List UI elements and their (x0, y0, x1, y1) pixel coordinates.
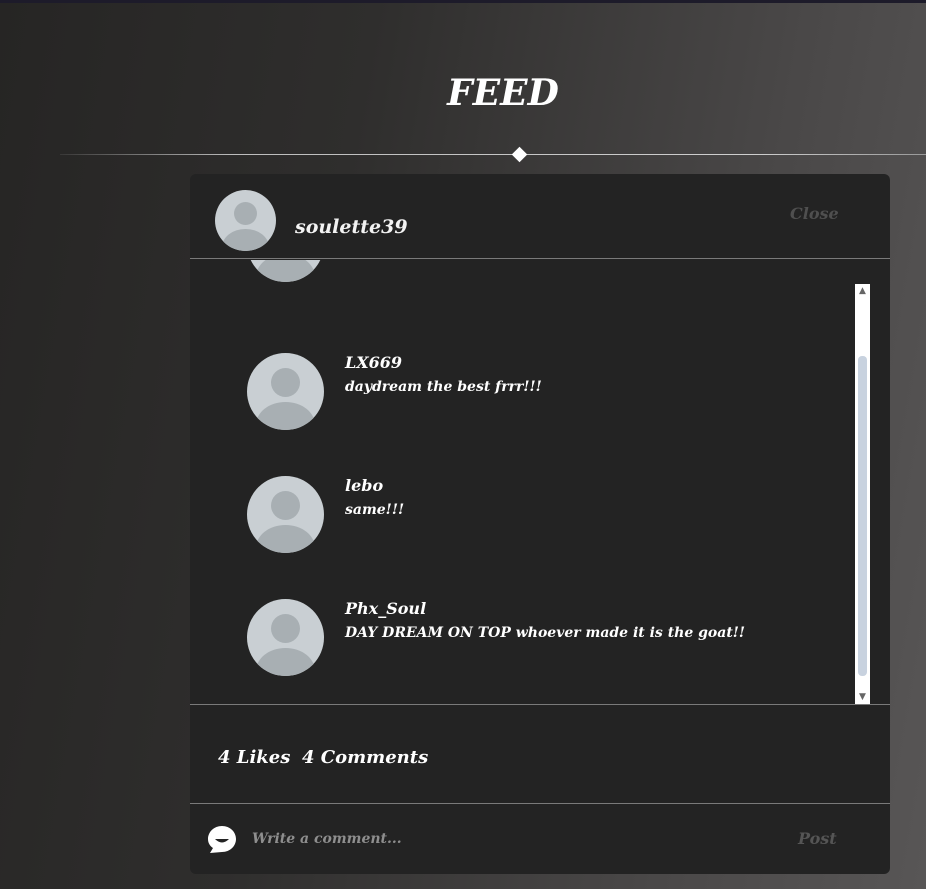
avatar-head-shape (270, 490, 301, 520)
avatar-head-shape (270, 367, 301, 397)
comment-username[interactable]: lebo (345, 476, 383, 495)
avatar-body-shape (256, 525, 315, 553)
smile-speech-bubble-icon (208, 826, 236, 853)
post-author-name[interactable]: soulette39 (295, 216, 408, 238)
post-modal: soulette39 Close LX669 daydream the best… (190, 174, 890, 874)
avatar-head-shape (270, 613, 301, 643)
chevron-up-icon[interactable]: ▲ (855, 284, 870, 298)
title-divider (60, 154, 926, 155)
comment-username[interactable]: LX669 (345, 353, 402, 372)
avatar-body-shape (222, 229, 269, 251)
comment-avatar[interactable] (247, 599, 324, 676)
comments-count[interactable]: 4 Comments (302, 747, 428, 768)
avatar-body-shape (256, 648, 315, 676)
window-top-strip (0, 0, 926, 3)
comment-form: Post (190, 805, 890, 874)
comment-item: LX669 daydream the best frrr!!! (247, 353, 847, 433)
avatar-body-shape (256, 402, 315, 430)
comment-text: daydream the best frrr!!! (345, 379, 542, 395)
close-button[interactable]: Close (790, 204, 839, 223)
post-stats-bar: 4 Likes 4 Comments (190, 704, 890, 804)
comment-item: lebo same!!! (247, 476, 847, 556)
avatar-body-shape (256, 260, 315, 282)
page-title: FEED (447, 72, 559, 114)
likes-count[interactable]: 4 Likes (218, 747, 290, 768)
divider-diamond-icon (511, 146, 528, 163)
scrollbar-thumb[interactable] (858, 356, 867, 676)
comment-username[interactable]: Phx_Soul (345, 599, 426, 618)
comment-avatar[interactable] (247, 353, 324, 430)
comment-input[interactable] (252, 827, 772, 851)
avatar-head-shape (233, 201, 258, 225)
chevron-down-icon[interactable]: ▼ (855, 690, 870, 704)
comment-text: DAY DREAM ON TOP whoever made it is the … (345, 625, 746, 641)
comment-item: Phx_Soul DAY DREAM ON TOP whoever made i… (247, 599, 847, 679)
post-button[interactable]: Post (798, 829, 837, 848)
comments-scrollbar[interactable]: ▲ ▼ (855, 284, 870, 704)
author-avatar[interactable] (215, 190, 276, 251)
comments-list[interactable]: LX669 daydream the best frrr!!! lebo sam… (190, 260, 890, 704)
comment-avatar-partial (247, 260, 324, 282)
comment-text: same!!! (345, 502, 405, 518)
comment-avatar[interactable] (247, 476, 324, 553)
modal-header: soulette39 Close (190, 174, 890, 259)
